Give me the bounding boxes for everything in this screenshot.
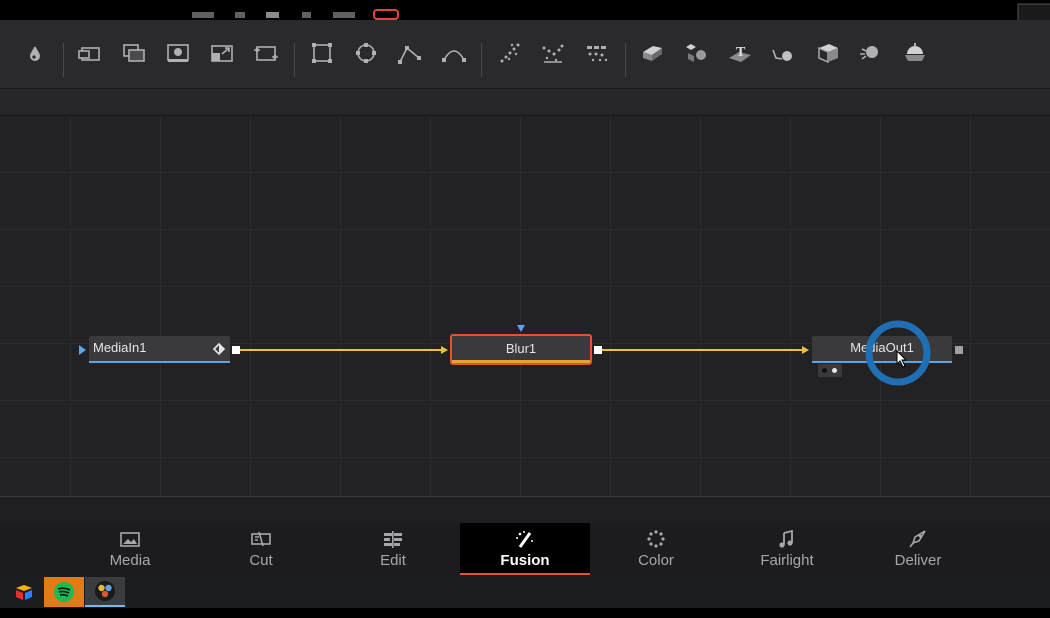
- page-tab-fairlight[interactable]: Fairlight: [722, 523, 852, 575]
- particle-emitter-icon[interactable]: [497, 40, 523, 66]
- svg-text:T: T: [736, 45, 746, 60]
- page-tab-cut[interactable]: Cut: [196, 523, 326, 575]
- image-plane-icon[interactable]: [902, 40, 928, 66]
- page-tab-label: Cut: [249, 552, 273, 569]
- deliver-icon: [909, 530, 926, 548]
- node-label: Blur1: [505, 341, 537, 356]
- page-tab-color[interactable]: Color: [591, 523, 721, 575]
- toolbar-divider: [625, 43, 626, 77]
- stop-icon: [266, 12, 279, 18]
- paint-drop-icon[interactable]: [22, 40, 48, 66]
- page-tab-label: Fairlight: [760, 552, 814, 569]
- node-blur[interactable]: Blur1: [450, 334, 592, 365]
- shape3d-icon[interactable]: [639, 40, 665, 66]
- status-strip: [0, 496, 1050, 524]
- polygon-mask-icon[interactable]: [397, 40, 423, 66]
- merge-icon[interactable]: [121, 40, 147, 66]
- toolbar-divider: [481, 43, 482, 77]
- toolbar-divider: [294, 43, 295, 77]
- page-tab-deliver[interactable]: Deliver: [853, 523, 983, 575]
- page-tab-label: Deliver: [894, 552, 942, 569]
- text3d-icon[interactable]: T: [727, 40, 753, 66]
- screen-edge: [0, 608, 1050, 618]
- node-editor[interactable]: [0, 116, 1050, 496]
- rectangle-mask-icon[interactable]: [309, 40, 335, 66]
- page-tab-media[interactable]: Media: [65, 523, 195, 575]
- top-right-control: [1017, 3, 1050, 20]
- page-tab-label: Edit: [380, 552, 406, 569]
- diamond-icon: [212, 342, 226, 356]
- fusion-icon: [516, 531, 533, 548]
- view-dot-icon: [822, 368, 827, 373]
- transport-bar: [0, 0, 1050, 20]
- bspline-mask-icon[interactable]: [441, 40, 467, 66]
- play-icon: [302, 12, 311, 18]
- node-underline: [89, 361, 230, 363]
- node-underline: [452, 360, 590, 363]
- transform-icon[interactable]: [209, 40, 235, 66]
- os-taskbar: [0, 575, 1050, 608]
- page-tab-label: Media: [109, 552, 151, 569]
- go-to-end-icon: [333, 12, 355, 18]
- cut-icon: [251, 531, 271, 547]
- davinci-resolve-icon[interactable]: [85, 577, 125, 607]
- camera3d-icon[interactable]: [815, 40, 841, 66]
- merge3d-icon[interactable]: [683, 40, 709, 66]
- ellipse-mask-icon[interactable]: [353, 40, 379, 66]
- renderer3d-icon[interactable]: [771, 40, 797, 66]
- fairlight-icon: [779, 529, 793, 548]
- node-label: MediaIn1: [93, 340, 147, 355]
- toolbar-divider: [63, 43, 64, 77]
- node-view-header: [0, 89, 1050, 116]
- page-tab-edit[interactable]: Edit: [328, 523, 458, 575]
- background-icon[interactable]: [77, 40, 103, 66]
- particle-render-icon[interactable]: [540, 40, 566, 66]
- page-tab-label: Fusion: [500, 552, 550, 569]
- output-port[interactable]: [594, 346, 602, 354]
- color-icon: [647, 530, 665, 548]
- node-media-in[interactable]: MediaIn1: [89, 336, 230, 363]
- edit-icon: [384, 531, 402, 548]
- loop-icon: [373, 9, 399, 20]
- media-icon: [120, 532, 140, 547]
- page-tab-fusion[interactable]: Fusion: [460, 523, 590, 575]
- view-dot-icon: [832, 368, 837, 373]
- airtable-icon[interactable]: [4, 577, 44, 607]
- go-to-start-icon: [192, 12, 214, 18]
- output-port[interactable]: [955, 346, 963, 354]
- light3d-icon[interactable]: [858, 40, 884, 66]
- fusion-toolbar: [0, 20, 1050, 89]
- mouse-cursor-icon: [896, 350, 908, 368]
- output-port[interactable]: [232, 346, 240, 354]
- resize-icon[interactable]: [253, 40, 279, 66]
- reverse-play-icon: [235, 12, 245, 18]
- view-indicator[interactable]: [818, 364, 842, 377]
- page-tab-label: Color: [638, 552, 674, 569]
- mask-icon[interactable]: [165, 40, 191, 66]
- particle-system-icon[interactable]: [584, 40, 610, 66]
- spotify-icon[interactable]: [44, 577, 84, 607]
